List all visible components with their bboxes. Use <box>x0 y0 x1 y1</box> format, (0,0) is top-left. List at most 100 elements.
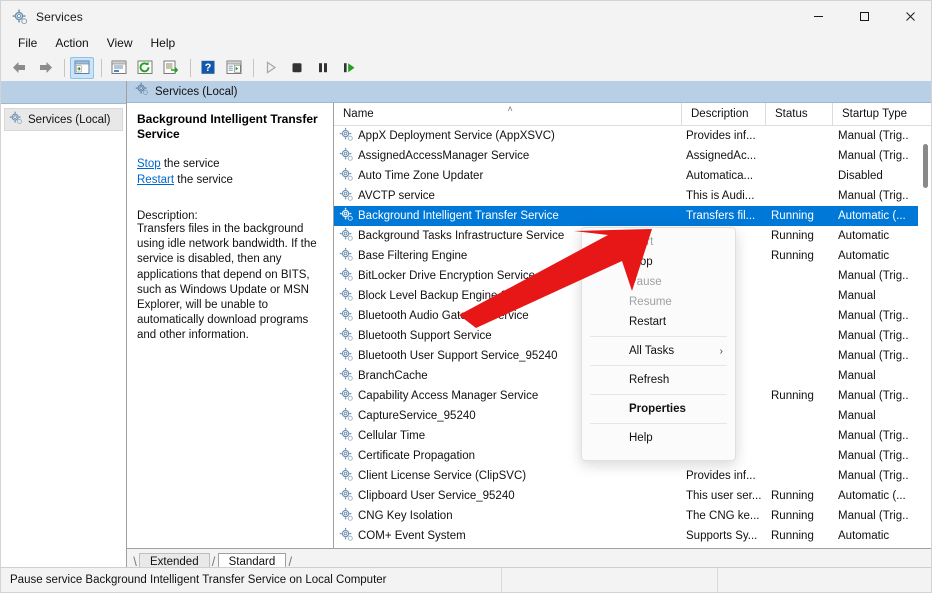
show-hide-console-tree-icon[interactable] <box>70 57 94 79</box>
cell-startup-type: Manual (Trig.. <box>833 310 929 322</box>
service-name-text: BranchCache <box>358 370 428 382</box>
table-row[interactable]: Auto Time Zone UpdaterAutomatica...Disab… <box>334 166 932 186</box>
cell-service-name: COM+ Event System <box>334 527 682 545</box>
maximize-button[interactable] <box>841 1 887 32</box>
service-name-text: BitLocker Drive Encryption Service <box>358 270 535 282</box>
cell-startup-type: Automatic <box>833 230 929 242</box>
service-gear-icon <box>339 227 354 245</box>
results-pane: Services (Local) Background Intelligent … <box>127 81 932 570</box>
service-details-pane: Background Intelligent Transfer Service … <box>127 103 334 570</box>
cell-status: Running <box>766 390 833 402</box>
ctx-restart-label: Restart <box>629 316 666 328</box>
table-row[interactable]: Clipboard User Service_95240This user se… <box>334 486 932 506</box>
forward-icon[interactable] <box>33 57 57 79</box>
column-header-description[interactable]: Description <box>682 103 766 125</box>
cell-service-name: Background Intelligent Transfer Service <box>334 207 682 225</box>
minimize-button[interactable] <box>795 1 841 32</box>
close-button[interactable] <box>887 1 932 32</box>
cell-startup-type: Manual (Trig.. <box>833 150 929 162</box>
cell-startup-type: Disabled <box>833 170 929 182</box>
services-gear-icon <box>12 9 28 25</box>
cell-status: Running <box>766 250 833 262</box>
column-header-startup-type[interactable]: Startup Type <box>833 103 929 125</box>
status-bar-pane-2 <box>502 568 717 592</box>
tab-standard-label: Standard <box>229 556 276 568</box>
ctx-refresh[interactable]: Refresh <box>582 370 735 390</box>
cell-description: AssignedAc... <box>682 150 766 162</box>
export-list-icon[interactable] <box>159 57 183 79</box>
restart-service-link-suffix: the service <box>174 174 233 186</box>
service-gear-icon <box>339 507 354 525</box>
stop-service-link[interactable]: Stop <box>137 158 161 170</box>
column-header-name[interactable]: Name ˄ <box>334 103 682 125</box>
restart-service-link-row: Restart the service <box>137 172 323 188</box>
description-label: Description: <box>137 210 323 222</box>
list-vertical-scroll-thumb[interactable] <box>923 144 928 188</box>
list-vertical-scrollbar[interactable] <box>918 126 932 552</box>
refresh-icon[interactable] <box>133 57 157 79</box>
table-row[interactable]: COM+ Event SystemSupports Sy...RunningAu… <box>334 526 932 546</box>
table-row[interactable]: AVCTP serviceThis is Audi...Manual (Trig… <box>334 186 932 206</box>
tree-node-services-local[interactable]: Services (Local) <box>4 108 123 131</box>
service-name-text: CNG Key Isolation <box>358 510 453 522</box>
restart-service-link[interactable]: Restart <box>137 174 174 186</box>
cell-service-name: Client License Service (ClipSVC) <box>334 467 682 485</box>
table-row[interactable]: Client License Service (ClipSVC)Provides… <box>334 466 932 486</box>
ctx-properties[interactable]: Properties <box>582 399 735 419</box>
pause-service-icon[interactable] <box>311 57 335 79</box>
menu-view[interactable]: View <box>98 34 142 53</box>
ctx-stop[interactable]: Stop <box>582 252 735 272</box>
show-action-pane-icon[interactable] <box>222 57 246 79</box>
chevron-right-icon: › <box>720 346 723 357</box>
help-icon[interactable]: ? <box>196 57 220 79</box>
table-row[interactable]: AppX Deployment Service (AppXSVC) Provide… <box>334 126 932 146</box>
services-gear-icon <box>135 82 149 101</box>
menu-help[interactable]: Help <box>142 34 185 53</box>
service-gear-icon <box>339 447 354 465</box>
service-name-text: AssignedAccessManager Service <box>358 150 529 162</box>
tab-extended-label: Extended <box>150 556 199 568</box>
cell-description: This is Audi... <box>682 190 766 202</box>
stop-service-link-row: Stop the service <box>137 156 323 172</box>
column-header-status-label: Status <box>775 108 808 120</box>
context-menu-separator <box>590 365 727 366</box>
menu-file[interactable]: File <box>9 34 46 53</box>
service-name-text: Client License Service (ClipSVC) <box>358 470 526 482</box>
menu-action[interactable]: Action <box>46 34 97 53</box>
service-name-text: AppX Deployment Service (AppXSVC) <box>358 130 555 142</box>
column-header-status[interactable]: Status <box>766 103 833 125</box>
title-bar-left: Services <box>1 9 83 25</box>
service-name-text: Base Filtering Engine <box>358 250 467 262</box>
table-row[interactable]: AssignedAccessManager Service AssignedAc.… <box>334 146 932 166</box>
start-service-icon[interactable] <box>259 57 283 79</box>
table-row[interactable]: CNG Key IsolationThe CNG ke...RunningMan… <box>334 506 932 526</box>
service-gear-icon <box>339 427 354 445</box>
stop-service-icon[interactable] <box>285 57 309 79</box>
status-bar-text: Pause service Background Intelligent Tra… <box>1 574 501 586</box>
properties-icon[interactable] <box>107 57 131 79</box>
service-gear-icon <box>339 527 354 545</box>
service-name-text: CaptureService_95240 <box>358 410 476 422</box>
service-gear-icon <box>339 327 354 345</box>
service-name-text: Bluetooth Audio Gateway Service <box>358 310 529 322</box>
column-header-description-label: Description <box>691 108 749 120</box>
cell-startup-type: Manual <box>833 370 929 382</box>
ctx-start: Start <box>582 232 735 252</box>
context-menu-separator <box>590 394 727 395</box>
results-pane-header-label: Services (Local) <box>155 86 237 98</box>
column-header-startup-type-label: Startup Type <box>842 108 907 120</box>
cell-status: Running <box>766 210 833 222</box>
title-bar: Services <box>1 1 932 32</box>
cell-description: Provides inf... <box>682 130 766 142</box>
ctx-pause: Pause <box>582 272 735 292</box>
table-row[interactable]: Background Intelligent Transfer ServiceT… <box>334 206 932 226</box>
back-icon[interactable] <box>7 57 31 79</box>
ctx-all-tasks[interactable]: All Tasks› <box>582 341 735 361</box>
ctx-refresh-label: Refresh <box>629 374 669 386</box>
restart-service-icon[interactable] <box>337 57 361 79</box>
ctx-help[interactable]: Help <box>582 428 735 448</box>
service-description-text: Transfers files in the background using … <box>137 222 323 344</box>
ctx-restart[interactable]: Restart <box>582 312 735 332</box>
service-name-text: Auto Time Zone Updater <box>358 170 483 182</box>
context-menu[interactable]: StartStopPauseResumeRestartAll Tasks›Ref… <box>581 227 736 461</box>
